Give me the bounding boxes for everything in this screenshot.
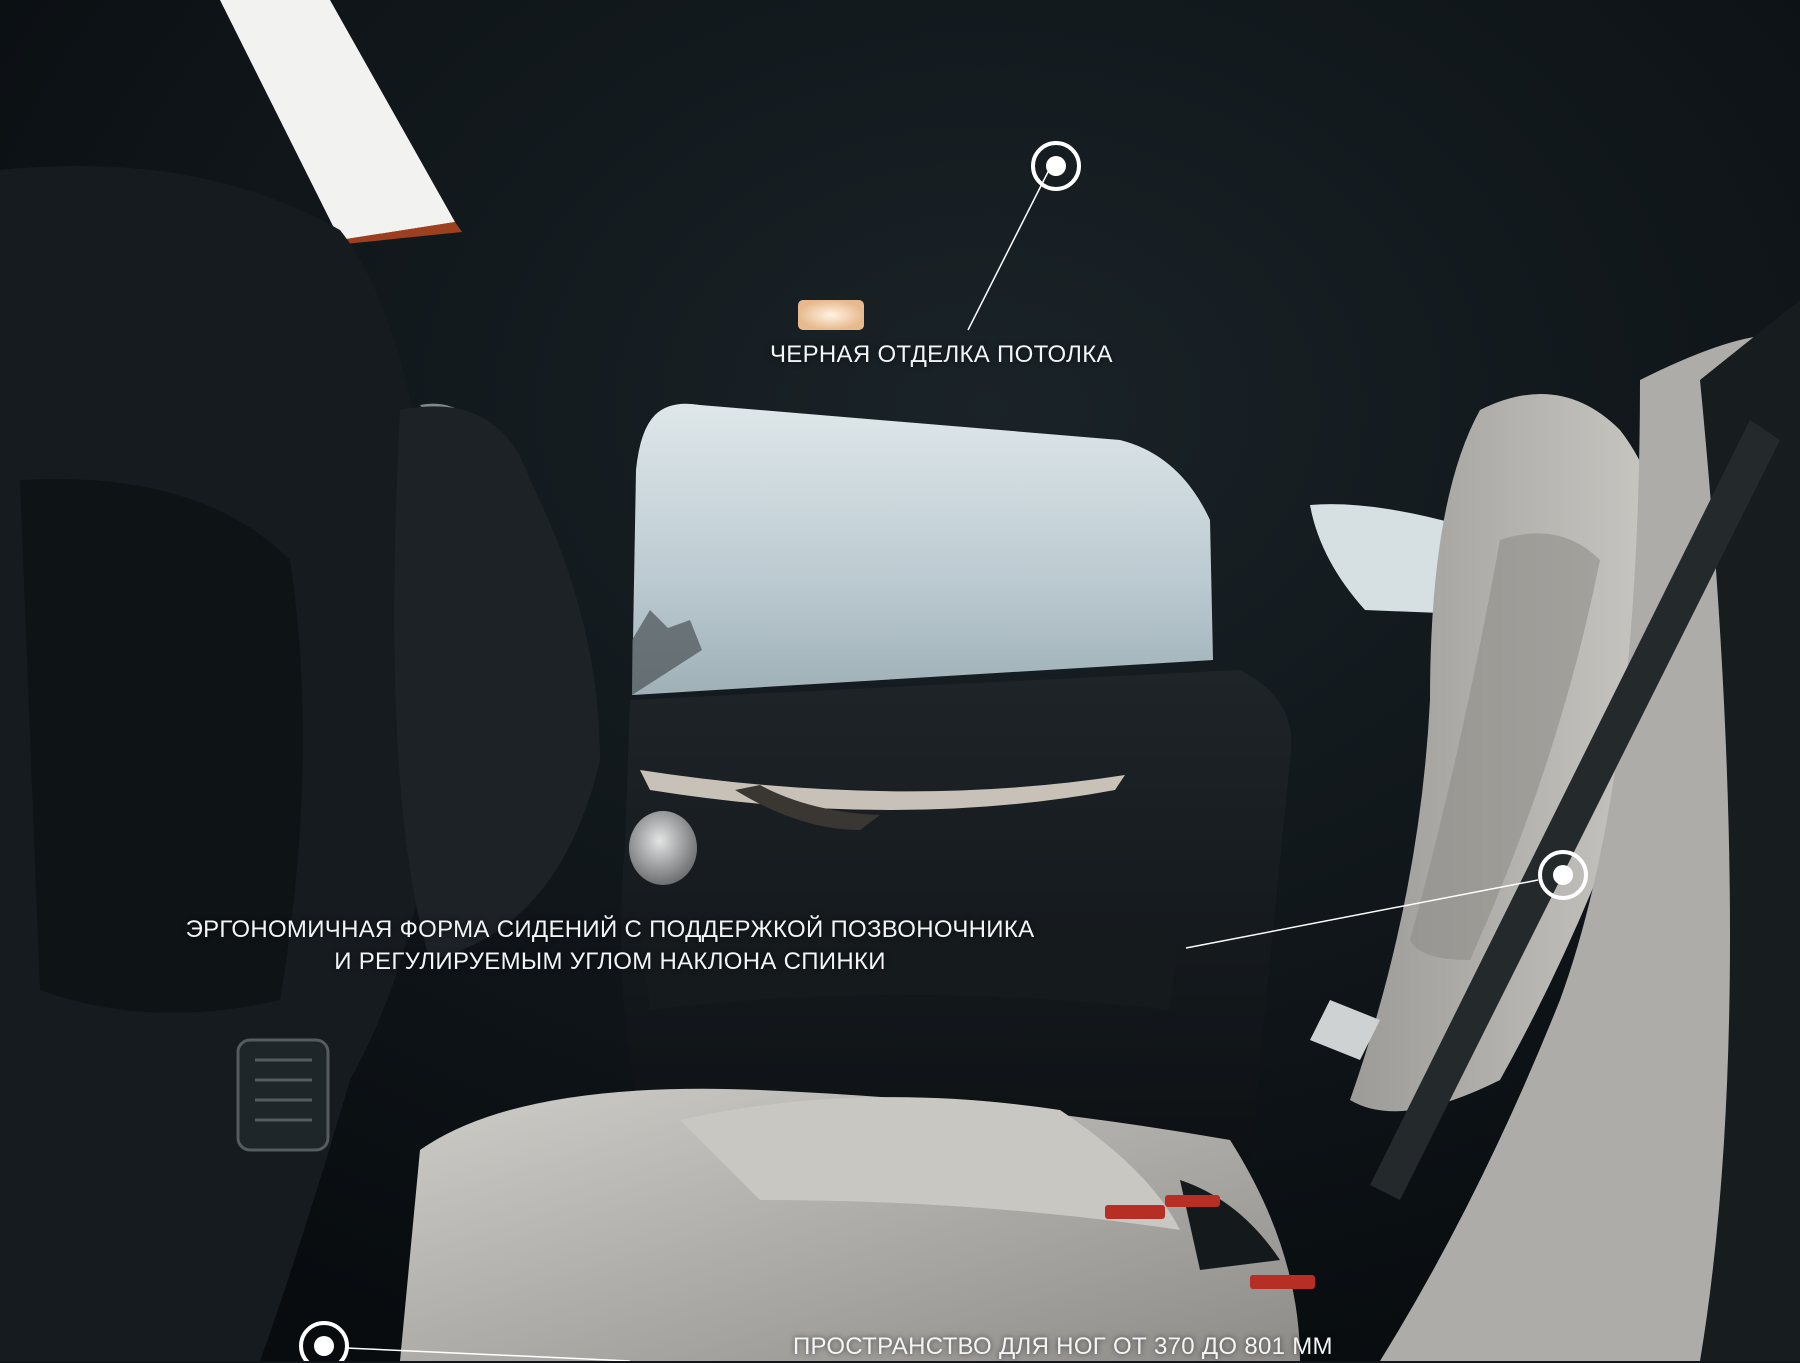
car-interior-photo [0,0,1800,1361]
ceiling-callout-label: ЧЕРНАЯ ОТДЕЛКА ПОТОЛКА [770,341,1113,368]
seats-callout-line2: И РЕГУЛИРУЕМЫМ УГЛОМ НАКЛОНА СПИНКИ [334,948,886,975]
legroom-callout-label: ПРОСТРАНСТВО ДЛЯ НОГ ОТ 370 ДО 801 ММ [793,1333,1333,1360]
seats-callout-label: ЭРГОНОМИЧНАЯ ФОРМА СИДЕНИЙ С ПОДДЕРЖКОЙ … [90,914,1130,978]
seats-callout-line1: ЭРГОНОМИЧНАЯ ФОРМА СИДЕНИЙ С ПОДДЕРЖКОЙ … [185,916,1035,943]
